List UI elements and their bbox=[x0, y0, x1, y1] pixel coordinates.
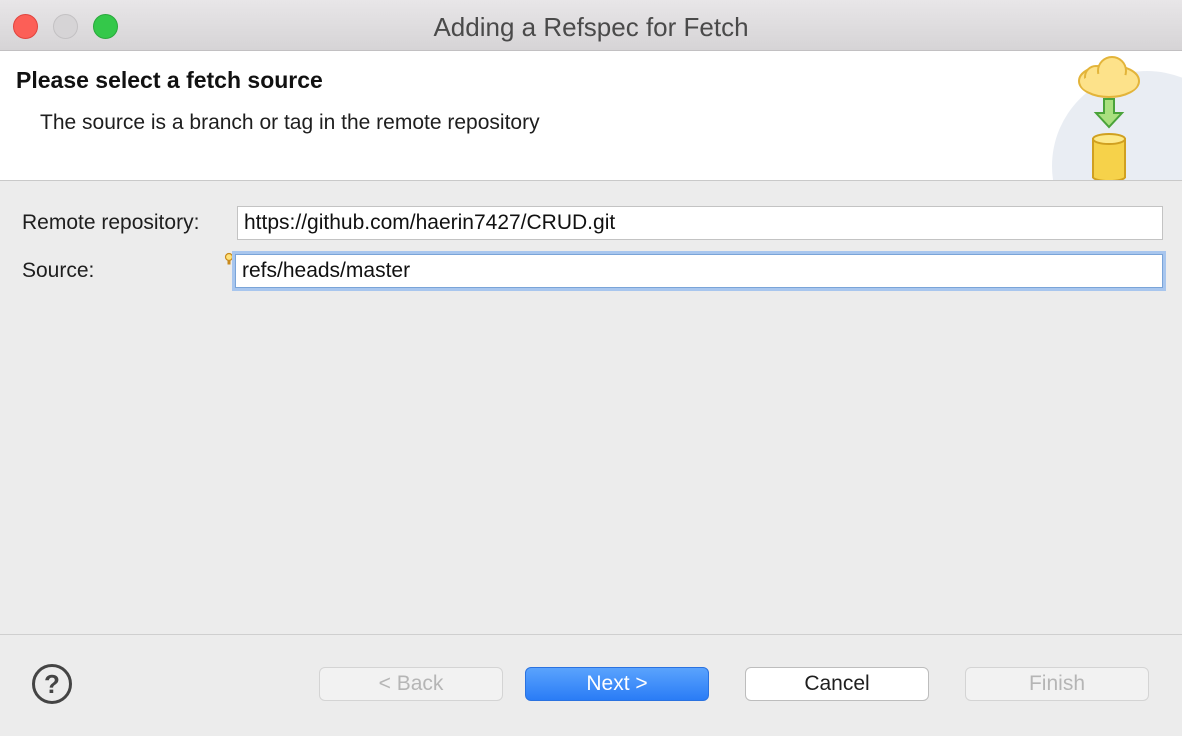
cancel-button[interactable]: Cancel bbox=[745, 667, 929, 701]
finish-button[interactable]: Finish bbox=[965, 667, 1149, 701]
banner-description: The source is a branch or tag in the rem… bbox=[40, 111, 540, 134]
window-title: Adding a Refspec for Fetch bbox=[433, 12, 749, 42]
source-field[interactable] bbox=[235, 254, 1163, 288]
banner-title: Please select a fetch source bbox=[16, 67, 323, 93]
cloud-to-database-fetch-icon bbox=[1078, 56, 1140, 180]
remote-repository-label: Remote repository: bbox=[22, 211, 200, 234]
help-question-icon: ? bbox=[44, 668, 60, 699]
remote-repository-field[interactable] bbox=[237, 206, 1163, 240]
cloud-icon bbox=[1078, 56, 1140, 98]
dialog-window: Adding a Refspec for Fetch Please select… bbox=[0, 0, 1182, 736]
help-button[interactable]: ? bbox=[32, 664, 72, 704]
footer-separator bbox=[0, 634, 1182, 635]
content-assist-bulb-icon bbox=[224, 252, 234, 265]
next-button[interactable]: Next > bbox=[525, 667, 709, 701]
back-button[interactable]: < Back bbox=[319, 667, 503, 701]
down-arrow-icon bbox=[1093, 98, 1125, 129]
database-icon bbox=[1092, 133, 1126, 180]
source-label: Source: bbox=[22, 259, 95, 282]
wizard-banner: Please select a fetch source The source … bbox=[0, 51, 1182, 181]
title-bar[interactable]: Adding a Refspec for Fetch bbox=[0, 0, 1182, 51]
